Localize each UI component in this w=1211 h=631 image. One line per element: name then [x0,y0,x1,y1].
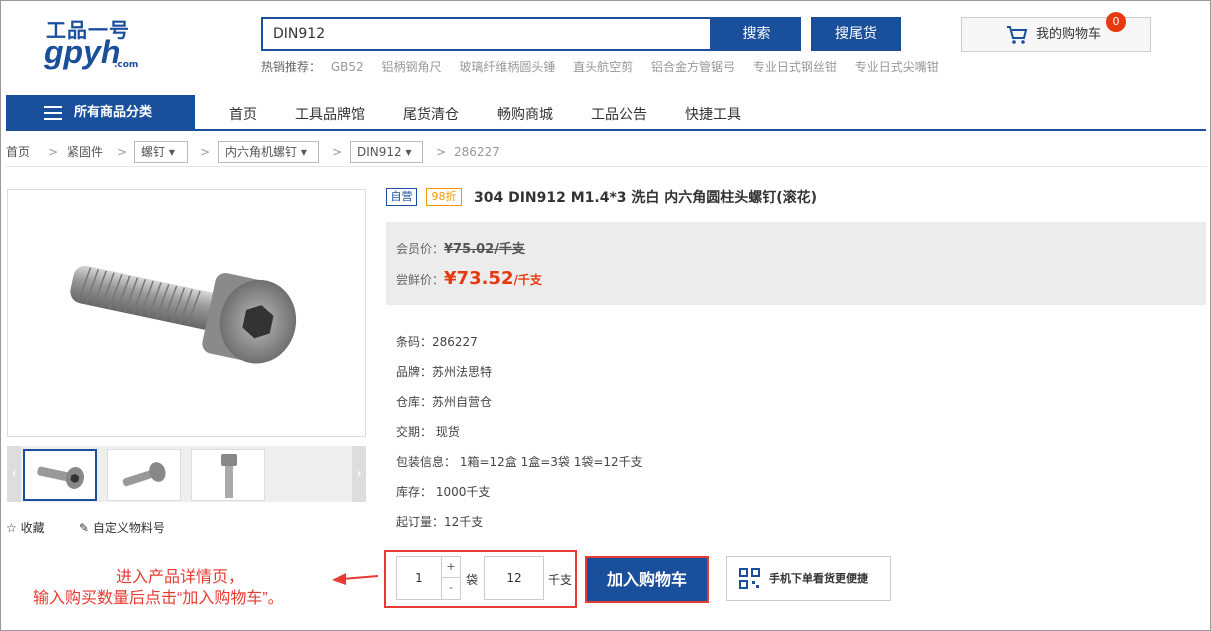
chevron-down-icon: ▾ [300,145,307,159]
nav-item-mall[interactable]: 畅购商城 [497,104,553,124]
hot-item[interactable]: 专业日式钢丝钳 [753,60,837,74]
quantity-stepper[interactable]: + - [441,556,461,600]
bag-quantity-input[interactable]: 1 [396,556,442,600]
breadcrumb-fasteners[interactable]: 紧固件 [67,140,103,166]
custom-material-label: 自定义物料号 [92,521,165,535]
thumbnail-2[interactable] [107,449,181,501]
info-min-order: 起订量：12千支 [396,515,484,529]
hot-recommend: 热销推荐： GB52 铝柄钢角尺 玻璃纤维柄圆头锤 直头航空剪 铝合金方管锯弓 … [261,58,953,75]
cart-count-badge: 0 [1106,12,1126,32]
breadcrumb-din-label: DIN912 [357,145,402,159]
thumbnail-image [37,466,84,489]
breadcrumb-current: 286227 [454,145,500,159]
info-packaging: 包装信息： 1箱=12盒 1盒=3袋 1袋=12千支 [396,455,643,469]
info-stock: 库存： 1000千支 [396,485,491,499]
decrement-button[interactable]: - [442,578,460,599]
chevron-down-icon: ▾ [405,145,412,159]
breadcrumb-dropdown-hex-screws[interactable]: 内六角机螺钉 ▾ [218,141,319,163]
annotation-line-2: 输入购买数量后点击“加入购物车”。 [33,590,284,607]
mobile-order-label: 手机下单看货更便捷 [769,572,868,585]
thumbnail-image [221,454,237,498]
bag-unit-label: 袋 [466,573,479,587]
product-title: 304 DIN912 M1.4*3 洗白 内六角圆柱头螺钉(滚花) [474,190,818,206]
tail-goods-search-button[interactable]: 搜尾货 [811,17,901,51]
nav-underline [6,129,1206,131]
mobile-order-button[interactable]: 手机下单看货更便捷 [726,556,891,601]
self-operated-badge: 自营 [386,188,417,206]
trial-price-unit: /千支 [513,273,542,287]
nav-item-notice[interactable]: 工品公告 [591,104,647,124]
thumb-next-arrow[interactable]: › [352,446,366,502]
breadcrumb-separator: > [332,145,343,159]
search-input[interactable]: DIN912 [261,17,712,51]
breadcrumb-screws-label: 螺钉 [141,145,166,159]
price-panel [386,222,1206,305]
thumbnail-image [122,462,166,487]
discount-badge: 98折 [426,188,462,206]
hot-item[interactable]: 铝合金方管锯弓 [651,60,735,74]
hot-item[interactable]: 玻璃纤维柄圆头锤 [459,60,555,74]
thousand-unit-label: 千支 [548,573,573,587]
hot-item[interactable]: 铝柄钢角尺 [381,60,441,74]
custom-material-button[interactable]: ✎ 自定义物料号 [79,519,165,536]
breadcrumb-separator: > [48,145,59,159]
hot-item[interactable]: 专业日式尖嘴钳 [855,60,939,74]
thumb-prev-arrow[interactable]: ‹ [7,446,21,502]
cart-label: 我的购物车 [1036,27,1102,42]
qr-code-icon [739,568,760,589]
thumbnail-3[interactable] [191,449,265,501]
edit-icon: ✎ [79,521,90,535]
chevron-down-icon: ▾ [168,145,175,159]
site-logo[interactable]: 工品一号 gpyh .com [44,14,164,72]
cart-icon [1007,26,1028,44]
breadcrumb-hex-label: 内六角机螺钉 [225,145,298,159]
member-price-unit: /千支 [494,242,525,257]
logo-en: gpyh [44,34,121,70]
nav-item-clearance[interactable]: 尾货清仓 [403,104,459,124]
all-categories-label: 所有商品分类 [74,105,153,120]
logo-com: .com [114,60,139,70]
breadcrumb-separator: > [117,145,128,159]
favorite-label: 收藏 [20,521,45,535]
breadcrumb-dropdown-din912[interactable]: DIN912 ▾ [350,141,423,163]
trial-price-label: 尝鲜价： [396,273,445,287]
chevron-left-icon: ‹ [11,466,17,482]
menu-icon [44,106,62,120]
info-warehouse: 仓库：苏州自营仓 [396,395,493,409]
star-icon: ☆ [6,521,17,535]
trial-price-row: 尝鲜价：¥73.52/千支 [396,268,542,289]
trial-price: ¥73.52 [444,268,514,289]
nav-item-tools[interactable]: 快捷工具 [685,104,741,124]
add-to-cart-button[interactable]: 加入购物车 [587,558,707,601]
thumbnail-1[interactable] [23,449,97,501]
nav-item-brands[interactable]: 工具品牌馆 [295,104,365,124]
member-price: ¥75.02 [444,242,495,257]
favorite-button[interactable]: ☆ 收藏 [6,519,45,536]
all-categories-button[interactable]: 所有商品分类 [6,95,195,131]
increment-button[interactable]: + [442,557,460,578]
thousand-quantity-input[interactable]: 12 [484,556,544,600]
annotation-arrow-icon [332,573,379,585]
info-brand: 品牌：苏州法思特 [396,365,493,379]
member-price-label: 会员价： [396,242,445,256]
screw-image [70,265,297,364]
product-main-image[interactable] [7,189,366,437]
chevron-right-icon: › [356,466,362,482]
breadcrumb-dropdown-screws[interactable]: 螺钉 ▾ [134,141,188,163]
search-button[interactable]: 搜索 [712,17,801,51]
nav-item-home[interactable]: 首页 [229,104,257,124]
breadcrumb-separator: > [200,145,211,159]
breadcrumb-divider [6,166,1206,167]
breadcrumb-home[interactable]: 首页 [6,140,30,166]
hot-item[interactable]: 直头航空剪 [573,60,633,74]
info-delivery: 交期： 现货 [396,425,460,439]
info-barcode: 条码：286227 [396,335,478,349]
hot-item[interactable]: GB52 [331,60,364,74]
breadcrumb-separator: > [436,145,447,159]
hot-label: 热销推荐： [261,60,322,74]
member-price-row: 会员价：¥75.02/千支 [396,238,525,257]
